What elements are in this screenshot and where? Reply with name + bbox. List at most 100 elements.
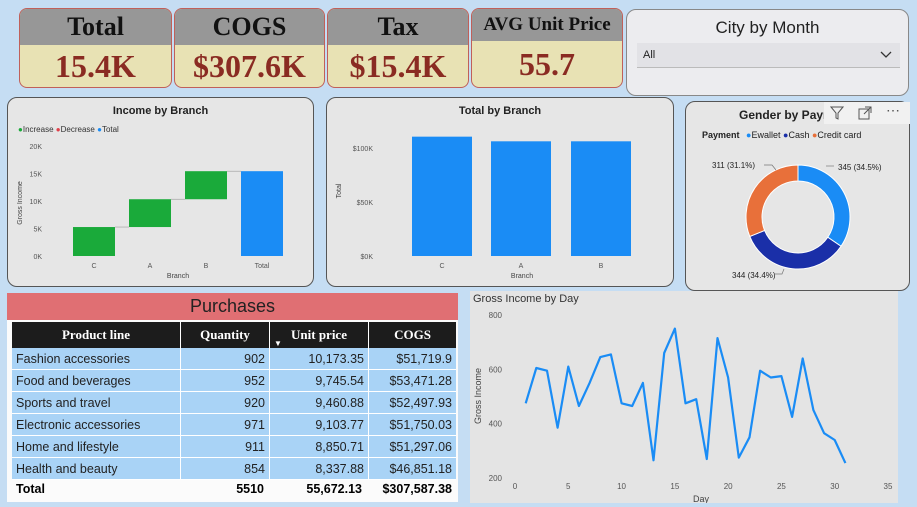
- col-quantity[interactable]: Quantity: [180, 322, 270, 348]
- kpi-cogs-card: COGS $307.6K: [174, 8, 325, 88]
- cell-product-line: Home and lifestyle: [12, 435, 181, 458]
- y-tick-label: $0K: [361, 254, 374, 261]
- table-row[interactable]: Fashion accessories 902 10,173.35 $51,719.9: [12, 348, 456, 370]
- city-month-slicer: City by Month All: [626, 9, 909, 96]
- donut-slice-credit-card: [745, 164, 799, 238]
- cell-cogs: $51,719.9: [368, 348, 456, 370]
- total-quantity: 5510: [236, 481, 264, 496]
- y-tick-label: 10K: [30, 199, 43, 206]
- gross-day-xlabel: Day: [693, 494, 710, 503]
- kpi-tax-value: $15.4K: [349, 48, 447, 84]
- table-row[interactable]: Sports and travel 920 9,460.88 $52,497.93: [12, 391, 456, 414]
- cell-quantity: 902: [180, 348, 270, 370]
- x-tick-label: 15: [670, 482, 679, 491]
- y-tick-label: $100K: [353, 146, 374, 153]
- cell-product-line: Sports and travel: [12, 391, 181, 414]
- donut-label-ewallet: 345 (34.5%): [838, 163, 882, 172]
- chevron-down-icon: [880, 51, 892, 58]
- gross-day-ylabel: Gross Income: [473, 368, 483, 424]
- cell-quantity: 854: [180, 457, 270, 480]
- kpi-avg-value: 55.7: [519, 46, 575, 82]
- cell-quantity: 952: [180, 369, 270, 392]
- x-tick-label: B: [599, 263, 604, 270]
- gross-income-day-panel: Gross Income by Day 0 5 10 15 20 25 30 35 200 400…: [470, 291, 898, 503]
- x-tick-label: 20: [724, 482, 733, 491]
- cell-unit-price: 9,103.77: [269, 413, 369, 436]
- slicer-dropdown[interactable]: All: [637, 43, 900, 68]
- kpi-total-card: Total 15.4K: [19, 8, 172, 88]
- table-row[interactable]: Electronic accessories 971 9,103.77 $51,750…: [12, 413, 456, 436]
- cell-cogs: $51,750.03: [368, 413, 456, 436]
- cell-quantity: 920: [180, 391, 270, 414]
- cell-product-line: Electronic accessories: [12, 413, 181, 436]
- table-row[interactable]: Health and beauty 854 8,337.88 $46,851.18: [12, 457, 456, 480]
- x-tick-label: C: [439, 263, 444, 270]
- x-tick-label: Total: [255, 263, 270, 270]
- kpi-tax-card: Tax $15.4K: [327, 8, 469, 88]
- col-unit-price[interactable]: Unit price ▼: [269, 322, 369, 348]
- total-cogs: $307,587.38: [382, 481, 452, 496]
- y-tick-label: $50K: [357, 200, 374, 207]
- x-tick-label: 30: [830, 482, 839, 491]
- table-row[interactable]: Food and beverages 952 9,745.54 $53,471.28: [12, 369, 456, 392]
- purchases-table: Product line Quantity Unit price ▼ COGS …: [12, 322, 456, 480]
- kpi-cogs-label: COGS: [175, 9, 324, 45]
- kpi-total-value: 15.4K: [55, 48, 136, 84]
- cell-unit-price: 8,850.71: [269, 435, 369, 458]
- cell-cogs: $51,297.06: [368, 435, 456, 458]
- purchases-table-container: Product line Quantity Unit price ▼ COGS …: [7, 320, 458, 502]
- x-tick-label: 35: [884, 482, 893, 491]
- cell-product-line: Food and beverages: [12, 369, 181, 392]
- gross-income-line: [524, 327, 847, 464]
- gender-payment-donut: 345 (34.5%) 344 (34.4%) 311 (31.1%): [712, 161, 882, 280]
- bar-b: [185, 171, 227, 200]
- x-tick-label: C: [91, 263, 96, 270]
- col-product-line[interactable]: Product line: [12, 322, 181, 348]
- cell-unit-price: 9,745.54: [269, 369, 369, 392]
- x-tick-label: 5: [566, 482, 571, 491]
- x-tick-label: B: [204, 263, 209, 270]
- cell-quantity: 971: [180, 413, 270, 436]
- bar-b: [571, 141, 631, 256]
- income-branch-ylabel: Gross Income: [17, 181, 24, 225]
- gender-payment-panel: Gender by Payment ⋯ Payment ●Ewallet ●Ca…: [685, 101, 910, 291]
- y-tick-label: 15K: [30, 172, 43, 179]
- x-tick-label: A: [148, 263, 153, 270]
- gross-day-chart: 0 5 10 15 20 25 30 35200400600800 Gross Income …: [473, 311, 893, 503]
- cell-unit-price: 10,173.35: [269, 348, 369, 370]
- kpi-avg-label: AVG Unit Price: [472, 9, 622, 41]
- cell-product-line: Fashion accessories: [12, 348, 181, 370]
- donut-slice-ewallet: [797, 164, 851, 247]
- bar-c: [73, 227, 115, 256]
- purchases-total-row: Total 5510 55,672.13 $307,587.38: [12, 478, 456, 499]
- y-tick-label: 400: [489, 420, 503, 429]
- sort-descending-icon: ▼: [274, 339, 282, 348]
- table-row[interactable]: Home and lifestyle 911 8,850.71 $51,297.06: [12, 435, 456, 458]
- kpi-tax-label: Tax: [328, 9, 468, 45]
- bar-a: [491, 141, 551, 256]
- cell-product-line: Health and beauty: [12, 457, 181, 480]
- donut-label-cash: 344 (34.4%): [732, 271, 776, 280]
- total-unit-price: 55,672.13: [306, 481, 362, 496]
- slicer-title: City by Month: [715, 18, 820, 37]
- y-tick-label: 600: [489, 365, 503, 374]
- income-branch-chart: 0K 5K 10K 15K 20K C A B Total Gross Income Bran…: [17, 144, 283, 280]
- donut-label-credit: 311 (31.1%): [712, 161, 755, 170]
- x-tick-label: 25: [777, 482, 786, 491]
- income-branch-xlabel: Branch: [167, 273, 189, 280]
- bar-total: [241, 171, 283, 256]
- total-branch-ylabel: Total: [336, 183, 343, 198]
- total-label: Total: [16, 481, 45, 496]
- x-tick-label: 0: [513, 482, 518, 491]
- cell-unit-price: 8,337.88: [269, 457, 369, 480]
- kpi-total-label: Total: [20, 9, 171, 45]
- cell-cogs: $52,497.93: [368, 391, 456, 414]
- cell-quantity: 911: [180, 435, 270, 458]
- bar-a: [129, 199, 171, 228]
- kpi-cogs-value: $307.6K: [193, 48, 306, 84]
- y-tick-label: 800: [489, 311, 503, 320]
- cell-cogs: $46,851.18: [368, 457, 456, 480]
- total-by-branch-panel: Total by Branch $0K $50K $100K CAB Total B…: [326, 97, 674, 287]
- col-cogs[interactable]: COGS: [369, 322, 457, 348]
- total-branch-chart: $0K $50K $100K C A B Total Branch: [336, 136, 631, 280]
